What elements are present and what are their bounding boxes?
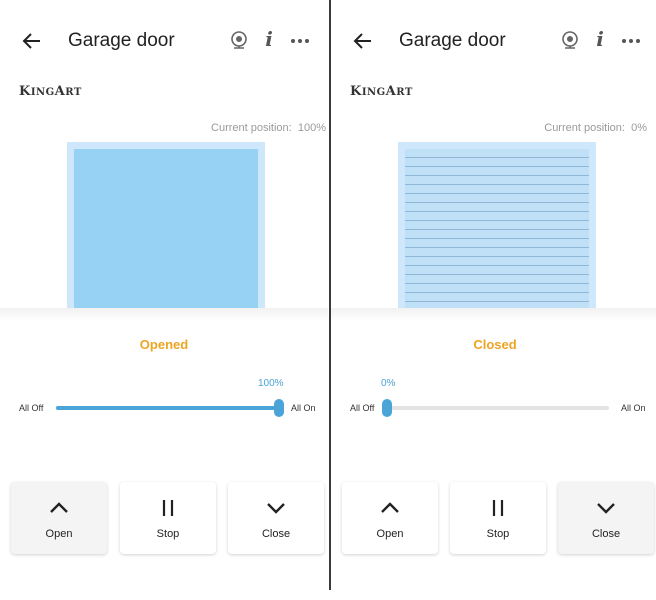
slider-max-label: All On — [291, 403, 316, 413]
stop-button[interactable]: Stop — [450, 482, 546, 554]
webcam-icon[interactable] — [560, 31, 580, 51]
slider-track[interactable] — [387, 406, 609, 410]
slider-value: 100% — [258, 378, 284, 389]
slider-fill — [56, 406, 284, 410]
close-button[interactable]: Close — [558, 482, 654, 554]
pause-icon — [492, 500, 504, 516]
back-arrow-icon[interactable] — [351, 29, 375, 53]
close-button-label: Close — [591, 528, 621, 540]
more-icon[interactable] — [620, 31, 642, 51]
top-bar: Garage door i — [0, 18, 328, 64]
pause-icon — [162, 500, 174, 516]
info-icon[interactable]: i — [262, 27, 276, 51]
chevron-up-icon — [50, 502, 68, 513]
position-slider[interactable]: 0% All Off All On — [331, 378, 656, 418]
current-position-label: Current position: — [544, 122, 625, 134]
slider-track[interactable] — [56, 406, 284, 410]
current-position-value: 0% — [631, 122, 647, 134]
door-status: Opened — [139, 337, 189, 352]
chevron-down-icon — [267, 503, 285, 514]
close-button-label: Close — [261, 528, 291, 540]
webcam-icon[interactable] — [229, 31, 249, 51]
panel-closed: Garage door i KINGART Current position: … — [331, 0, 656, 600]
open-button-label: Open — [376, 528, 404, 540]
panel-opened: Garage door i KINGART Current position: … — [0, 0, 328, 600]
garage-door-graphic — [67, 142, 265, 310]
open-button[interactable]: Open — [342, 482, 438, 554]
door-slats — [405, 149, 589, 310]
position-slider[interactable]: 100% All Off All On — [0, 378, 328, 418]
ground-shadow — [0, 308, 328, 322]
stop-button[interactable]: Stop — [120, 482, 216, 554]
slider-min-label: All Off — [19, 403, 44, 413]
stop-button-label: Stop — [486, 528, 510, 540]
garage-door-graphic — [398, 142, 596, 310]
open-button[interactable]: Open — [11, 482, 107, 554]
open-button-label: Open — [45, 528, 73, 540]
slider-thumb[interactable] — [382, 399, 392, 417]
back-arrow-icon[interactable] — [20, 29, 44, 53]
current-position-value: 100% — [297, 122, 326, 134]
brand-logo: KINGART — [19, 84, 82, 99]
door-opening — [74, 149, 258, 310]
stop-button-label: Stop — [156, 528, 180, 540]
close-button[interactable]: Close — [228, 482, 324, 554]
chevron-up-icon — [381, 502, 399, 513]
current-position: Current position: 100% — [211, 122, 326, 134]
current-position-label: Current position: — [211, 122, 292, 134]
door-status: Closed — [473, 337, 517, 352]
slider-value: 0% — [381, 378, 396, 389]
ground-shadow — [331, 308, 656, 322]
brand-logo: KINGART — [350, 84, 413, 99]
slider-max-label: All On — [621, 403, 646, 413]
info-icon[interactable]: i — [593, 27, 607, 51]
more-icon[interactable] — [289, 31, 311, 51]
slider-min-label: All Off — [350, 403, 375, 413]
current-position: Current position: 0% — [544, 122, 647, 134]
page-title: Garage door — [399, 30, 506, 51]
top-bar: Garage door i — [331, 18, 656, 64]
slider-thumb[interactable] — [274, 399, 284, 417]
chevron-down-icon — [597, 503, 615, 514]
page-title: Garage door — [68, 30, 175, 51]
